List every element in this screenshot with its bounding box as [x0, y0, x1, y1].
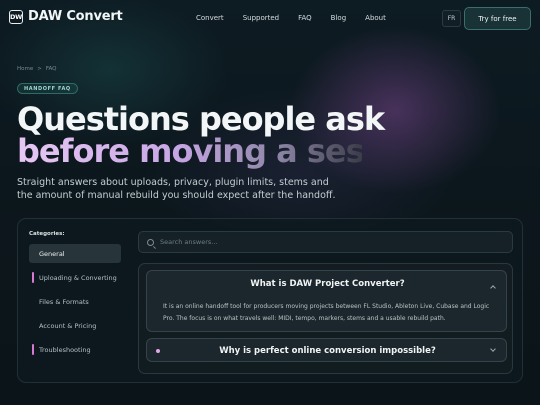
nav-link-blog[interactable]: Blog — [331, 14, 346, 22]
breadcrumb-current: FAQ — [45, 66, 57, 72]
search-input[interactable] — [160, 238, 490, 246]
faq-item-collapsed[interactable]: Why is perfect online conversion impossi… — [146, 338, 507, 362]
language-button[interactable]: FR — [442, 10, 461, 27]
categories-label: Categories: — [29, 231, 65, 237]
breadcrumb-home[interactable]: Home — [17, 66, 33, 72]
nav-link-convert[interactable]: Convert — [196, 14, 224, 22]
faq-question[interactable]: Why is perfect online conversion impossi… — [147, 346, 508, 356]
faq-question[interactable]: What is DAW Project Converter? — [147, 279, 508, 289]
breadcrumb: Home > FAQ — [17, 66, 61, 72]
faq-item-open[interactable]: What is DAW Project Converter? It is an … — [146, 270, 507, 332]
faq-accordion: What is DAW Project Converter? It is an … — [138, 263, 513, 374]
category-files-formats[interactable]: Files & Formats — [29, 292, 121, 311]
category-account-pricing[interactable]: Account & Pricing — [29, 316, 121, 335]
nav-link-supported[interactable]: Supported — [243, 14, 279, 22]
nav-link-faq[interactable]: FAQ — [298, 14, 312, 22]
try-for-free-button[interactable]: Try for free — [464, 7, 531, 30]
logo-mark: DW — [9, 9, 23, 24]
handoff-faq-badge: HANDOFF FAQ — [17, 83, 78, 94]
search-box — [138, 231, 513, 253]
faq-panel: Categories: General Uploading & Converti… — [17, 218, 523, 383]
nav-link-about[interactable]: About — [365, 14, 386, 22]
top-nav: DW DAW Convert Convert Supported FAQ Blo… — [0, 0, 540, 38]
page-subtitle: Straight answers about uploads, privacy,… — [17, 177, 336, 201]
logo[interactable]: DW DAW Convert — [9, 9, 123, 24]
faq-answer: It is an online handoff tool for produce… — [163, 303, 490, 322]
category-troubleshooting[interactable]: Troubleshooting — [29, 340, 121, 359]
breadcrumb-separator: > — [37, 66, 42, 72]
nav-links: Convert Supported FAQ Blog About — [196, 14, 405, 22]
search-icon — [147, 238, 154, 246]
logo-text: DAW Convert — [28, 9, 123, 24]
page-title-line-2: before moving a session — [17, 132, 362, 170]
category-general[interactable]: General — [29, 244, 121, 263]
category-uploading-converting[interactable]: Uploading & Converting — [29, 268, 121, 287]
